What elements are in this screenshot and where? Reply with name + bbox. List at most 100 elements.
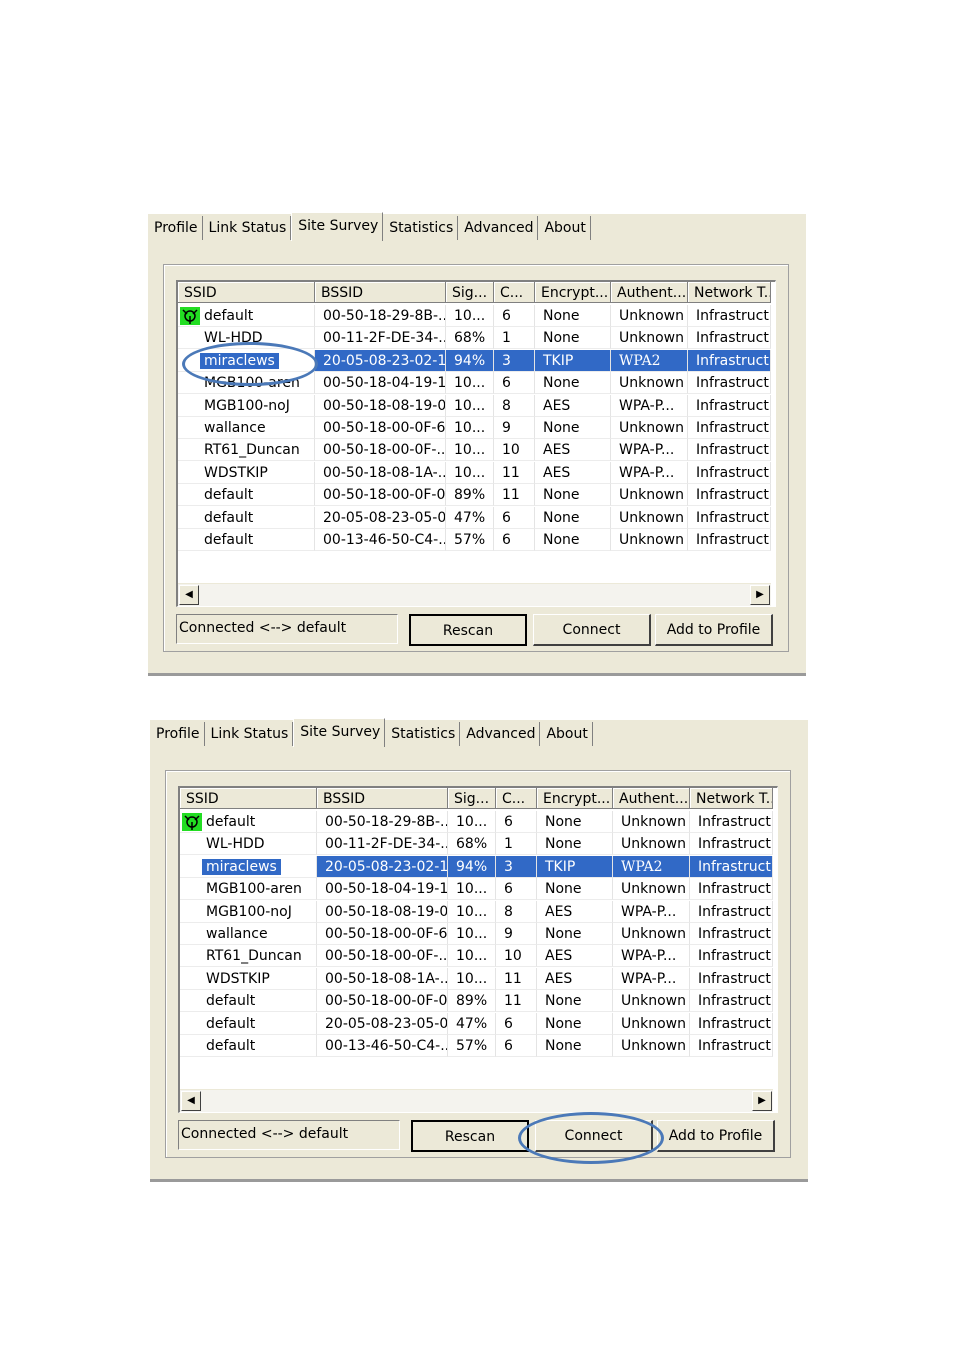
cell-networkt: Infrastruct... — [688, 529, 771, 551]
column-header-2[interactable]: Sig... — [448, 788, 496, 809]
column-header-2[interactable]: Sig... — [446, 282, 494, 303]
cell-networkt: Infrastruct... — [690, 811, 773, 833]
cell-text: 11 — [504, 970, 522, 987]
cell-networkt: Infrastruct... — [688, 305, 771, 327]
site-survey-window-1: Profile Link Status Site Survey Statistics A… — [148, 212, 806, 676]
horizontal-scrollbar[interactable]: ◀ ▶ — [178, 583, 771, 606]
cell-text: 57% — [454, 532, 486, 548]
cell-sig: 47% — [448, 1012, 496, 1035]
column-header-0[interactable]: SSID — [180, 788, 317, 809]
cell-networkt: Infrastruct... — [688, 439, 771, 462]
table-row[interactable]: WL-HDD 00-11-2F-DE-34-... 68% 1 None Unknown I… — [178, 327, 771, 350]
network-list[interactable]: SSID BSSID Sig... C... Encrypt... Authent... N… — [178, 786, 778, 1113]
scroll-left-icon[interactable]: ◀ — [179, 585, 199, 605]
tab-profile[interactable]: Profile — [150, 722, 205, 746]
cell-text: Infrastruct... — [698, 903, 772, 920]
cell-ssid: MGB100-aren — [178, 372, 315, 395]
cell-text: 6 — [502, 509, 511, 526]
rescan-button[interactable]: Rescan — [411, 1120, 529, 1152]
cell-text: Infrastruct... — [698, 1038, 772, 1054]
add-to-profile-button[interactable]: Add to Profile — [657, 1120, 775, 1152]
tab-statistics[interactable]: Statistics — [383, 216, 459, 240]
scroll-right-icon[interactable]: ▶ — [752, 1091, 772, 1111]
tab-statistics[interactable]: Statistics — [385, 722, 461, 746]
cell-ssid: default — [178, 506, 315, 529]
column-header-4[interactable]: Encrypt... — [535, 282, 611, 303]
column-header-4[interactable]: Encrypt... — [537, 788, 613, 809]
tab-link-status[interactable]: Link Status — [205, 722, 294, 746]
cell-text: 10... — [454, 375, 486, 392]
table-row[interactable]: default 00-50-18-29-8B-... 10... 6 None Unkno… — [180, 811, 773, 833]
cell-text: TKIP — [545, 858, 576, 875]
cell-text: 8 — [502, 397, 511, 414]
table-row[interactable]: wallance 00-50-18-00-0F-63 10... 9 None Unkno… — [178, 417, 771, 439]
network-list[interactable]: SSID BSSID Sig... C... Encrypt... Authent... N… — [176, 280, 776, 607]
column-header-3[interactable]: C... — [494, 282, 535, 303]
connect-button[interactable]: Connect — [535, 1120, 653, 1152]
column-header-0[interactable]: SSID — [178, 282, 315, 303]
table-row[interactable]: default 00-50-18-00-0F-02 89% 11 None Unknown… — [180, 990, 773, 1013]
scroll-left-icon[interactable]: ◀ — [181, 1091, 201, 1111]
cell-text: 10... — [454, 397, 486, 414]
scroll-right-icon[interactable]: ▶ — [750, 585, 770, 605]
table-row[interactable]: MGB100-noJ 00-50-18-08-19-01 10... 8 AES WPA-… — [178, 394, 771, 417]
table-row[interactable]: wallance 00-50-18-00-0F-63 10... 9 None Unkno… — [180, 923, 773, 945]
cell-text: WL-HDD — [204, 330, 263, 347]
table-row[interactable]: default 00-50-18-00-0F-02 89% 11 None Unknown… — [178, 484, 771, 507]
cell-ssid: wallance — [178, 417, 315, 439]
table-row[interactable]: miraclews 20-05-08-23-02-11 94% 3 TKIP WPA2 In… — [180, 855, 773, 878]
table-row[interactable]: default 00-13-46-50-C4-... 57% 6 None Unknown… — [178, 529, 771, 551]
column-header-5[interactable]: Authent... — [611, 282, 688, 303]
tab-advanced[interactable]: Advanced — [460, 722, 541, 746]
column-header-5[interactable]: Authent... — [613, 788, 690, 809]
cell-ssid: WDSTKIP — [178, 461, 315, 484]
column-header-1[interactable]: BSSID — [317, 788, 448, 809]
cell-text: 10... — [456, 881, 488, 898]
add-to-profile-button[interactable]: Add to Profile — [655, 614, 773, 646]
tab-about[interactable]: About — [540, 722, 593, 746]
table-row[interactable]: RT61_Duncan 00-50-18-00-0F-... 10... 10 AES W… — [180, 945, 773, 968]
cell-text: Infrastruct... — [698, 836, 772, 853]
cell-authent: Unknown — [611, 529, 688, 551]
table-row[interactable]: WDSTKIP 00-50-18-08-1A-... 10... 11 AES WPA-P… — [178, 461, 771, 484]
tab-profile[interactable]: Profile — [148, 216, 203, 240]
cell-authent: Unknown — [611, 417, 688, 439]
cell-text: default — [206, 1038, 256, 1054]
cell-text: AES — [545, 903, 573, 920]
table-row[interactable]: WL-HDD 00-11-2F-DE-34-... 68% 1 None Unknown I… — [180, 833, 773, 856]
tab-site-survey[interactable]: Site Survey — [293, 718, 386, 747]
column-header-6[interactable]: Network T... — [690, 788, 773, 809]
cell-c: 11 — [496, 967, 537, 990]
table-row[interactable]: RT61_Duncan 00-50-18-00-0F-... 10... 10 AES W… — [178, 439, 771, 462]
table-row[interactable]: default 00-50-18-29-8B-... 10... 6 None Unkno… — [178, 305, 771, 327]
cell-sig: 57% — [448, 1035, 496, 1057]
table-row[interactable]: MGB100-noJ 00-50-18-08-19-01 10... 8 AES WPA-… — [180, 900, 773, 923]
table-row[interactable]: WDSTKIP 00-50-18-08-1A-... 10... 11 AES WPA-P… — [180, 967, 773, 990]
cell-encrypt: AES — [537, 945, 613, 968]
horizontal-scrollbar[interactable]: ◀ ▶ — [180, 1089, 773, 1112]
tab-about[interactable]: About — [538, 216, 591, 240]
cell-text: default — [204, 308, 254, 324]
cell-bssid: 00-50-18-00-0F-63 — [317, 923, 448, 945]
tab-advanced[interactable]: Advanced — [458, 216, 539, 240]
column-header-3[interactable]: C... — [496, 788, 537, 809]
table-row[interactable]: default 00-13-46-50-C4-... 57% 6 None Unknown… — [180, 1035, 773, 1057]
cell-text: None — [543, 330, 580, 347]
tab-link-status[interactable]: Link Status — [203, 216, 292, 240]
table-row[interactable]: default 20-05-08-23-05-06 47% 6 None Unknown I… — [180, 1012, 773, 1035]
cell-text: Infrastruct... — [698, 881, 772, 898]
column-header-6[interactable]: Network T... — [688, 282, 771, 303]
cell-text: Infrastruct... — [698, 970, 772, 987]
table-row[interactable]: miraclews 20-05-08-23-02-11 94% 3 TKIP WPA2 In… — [178, 349, 771, 372]
tab-site-survey[interactable]: Site Survey — [291, 212, 384, 241]
column-header-1[interactable]: BSSID — [315, 282, 446, 303]
cell-encrypt: AES — [535, 394, 611, 417]
table-row[interactable]: MGB100-aren 00-50-18-04-19-15 10... 6 None Un… — [178, 372, 771, 395]
connect-button[interactable]: Connect — [533, 614, 651, 646]
table-row[interactable]: MGB100-aren 00-50-18-04-19-15 10... 6 None Un… — [180, 878, 773, 901]
cell-encrypt: None — [535, 327, 611, 350]
rescan-button[interactable]: Rescan — [409, 614, 527, 646]
cell-bssid: 20-05-08-23-05-06 — [315, 506, 446, 529]
cell-text: 00-50-18-00-0F-... — [323, 442, 446, 459]
table-row[interactable]: default 20-05-08-23-05-06 47% 6 None Unknown I… — [178, 506, 771, 529]
